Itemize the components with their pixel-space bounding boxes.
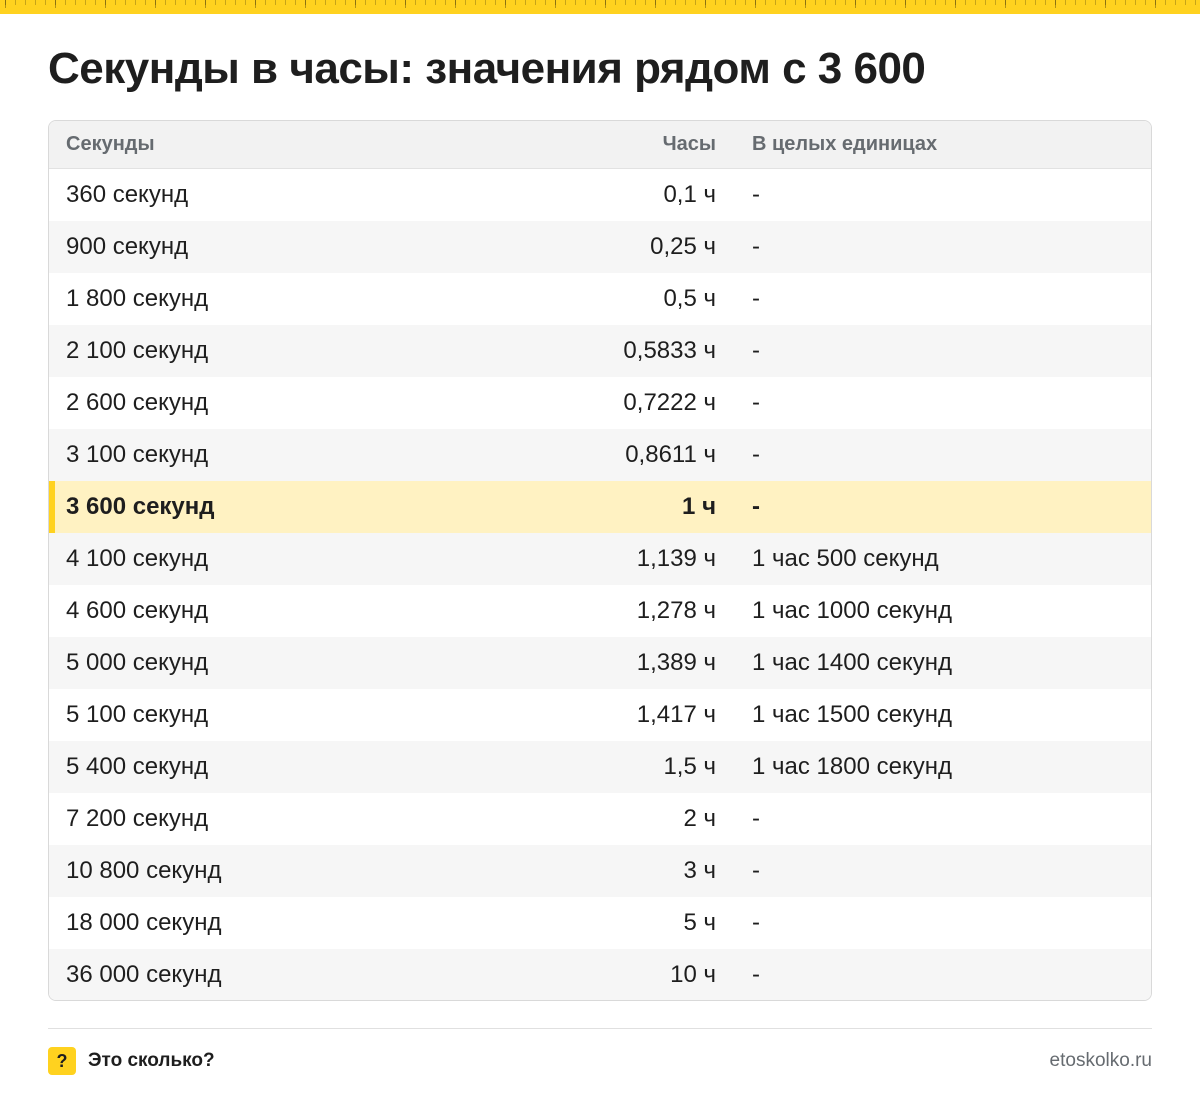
table-header: Секунды Часы В целых единицах xyxy=(49,121,1151,169)
table-body: 360 секунд 0,1 ч -900 секунд 0,25 ч-1 800 с… xyxy=(49,169,1151,1000)
table-row: 10 800 секунд 3 ч- xyxy=(49,845,1151,897)
cell-hours: 0,1 ч xyxy=(663,181,716,208)
table-row: 3 100 секунд 0,8611 ч- xyxy=(49,429,1151,481)
table-row: 1 800 секунд 0,5 ч- xyxy=(49,273,1151,325)
cell-whole-units: - xyxy=(752,909,760,936)
conversion-table: Секунды Часы В целых единицах 360 секунд… xyxy=(48,120,1152,1001)
table-row: 7 200 секунд 2 ч- xyxy=(49,793,1151,845)
cell-hours: 1,278 ч xyxy=(636,597,716,624)
cell-whole-units: - xyxy=(752,805,760,832)
table-row: 2 100 секунд 0,5833 ч- xyxy=(49,325,1151,377)
footer-divider xyxy=(48,1028,1152,1029)
cell-hours: 0,7222 ч xyxy=(623,389,716,416)
cell-whole-units: - xyxy=(752,389,760,416)
page-title: Секунды в часы: значения рядом с 3 600 xyxy=(48,44,926,93)
cell-hours: 0,8611 ч xyxy=(625,441,716,468)
cell-whole-units: 1 час 500 секунд xyxy=(752,545,939,572)
cell-whole-units: 1 час 1500 секунд xyxy=(752,701,952,728)
cell-hours: 1 ч xyxy=(682,493,716,520)
cell-hours: 0,5 ч xyxy=(663,285,716,312)
table-row: 900 секунд 0,25 ч- xyxy=(49,221,1151,273)
cell-hours: 1,139 ч xyxy=(636,545,716,572)
cell-hours: 1,417 ч xyxy=(636,701,716,728)
cell-whole-units: 1 час 1800 секунд xyxy=(752,753,952,780)
question-mark-icon: ? xyxy=(48,1047,76,1075)
brand-name: Это сколько? xyxy=(88,1050,215,1071)
cell-hours: 5 ч xyxy=(683,909,716,936)
header-whole-units: В целых единицах xyxy=(752,133,938,155)
table-row: 18 000 секунд 5 ч- xyxy=(49,897,1151,949)
cell-hours: 10 ч xyxy=(670,961,716,988)
cell-whole-units: - xyxy=(752,285,760,312)
cell-whole-units: - xyxy=(752,337,760,364)
cell-whole-units: - xyxy=(752,233,760,260)
header-hours: Часы xyxy=(662,133,716,155)
cell-whole-units: - xyxy=(752,493,760,520)
cell-hours: 2 ч xyxy=(683,805,716,832)
cell-whole-units: - xyxy=(752,961,760,988)
table-row: 5 100 секунд 1,417 ч1 час 1500 секунд xyxy=(49,689,1151,741)
ruler-strip xyxy=(0,0,1200,14)
cell-whole-units: - xyxy=(752,441,760,468)
table-row: 4 600 секунд 1,278 ч1 час 1000 секунд xyxy=(49,585,1151,637)
cell-hours: 1,5 ч xyxy=(663,753,716,780)
brand[interactable]: ? Это сколько? xyxy=(48,1046,215,1076)
table-row: 36 000 секунд 10 ч- xyxy=(49,949,1151,1000)
cell-hours: 0,25 ч xyxy=(650,233,716,260)
table-row: 5 000 секунд 1,389 ч1 час 1400 секунд xyxy=(49,637,1151,689)
cell-hours: 3 ч xyxy=(683,857,716,884)
cell-hours: 0,5833 ч xyxy=(623,337,716,364)
cell-hours: 1,389 ч xyxy=(636,649,716,676)
table-row: 360 секунд 0,1 ч- xyxy=(49,169,1151,221)
table-row-highlighted: 3 600 секунд 1 ч- xyxy=(49,481,1151,533)
cell-whole-units: - xyxy=(752,857,760,884)
site-link[interactable]: etoskolko.ru xyxy=(1050,1046,1152,1076)
table-row: 5 400 секунд 1,5 ч1 час 1800 секунд xyxy=(49,741,1151,793)
cell-whole-units: 1 час 1400 секунд xyxy=(752,649,952,676)
table-row: 4 100 секунд 1,139 ч1 час 500 секунд xyxy=(49,533,1151,585)
cell-whole-units: 1 час 1000 секунд xyxy=(752,597,952,624)
table-row: 2 600 секунд 0,7222 ч- xyxy=(49,377,1151,429)
cell-whole-units: - xyxy=(752,181,760,208)
